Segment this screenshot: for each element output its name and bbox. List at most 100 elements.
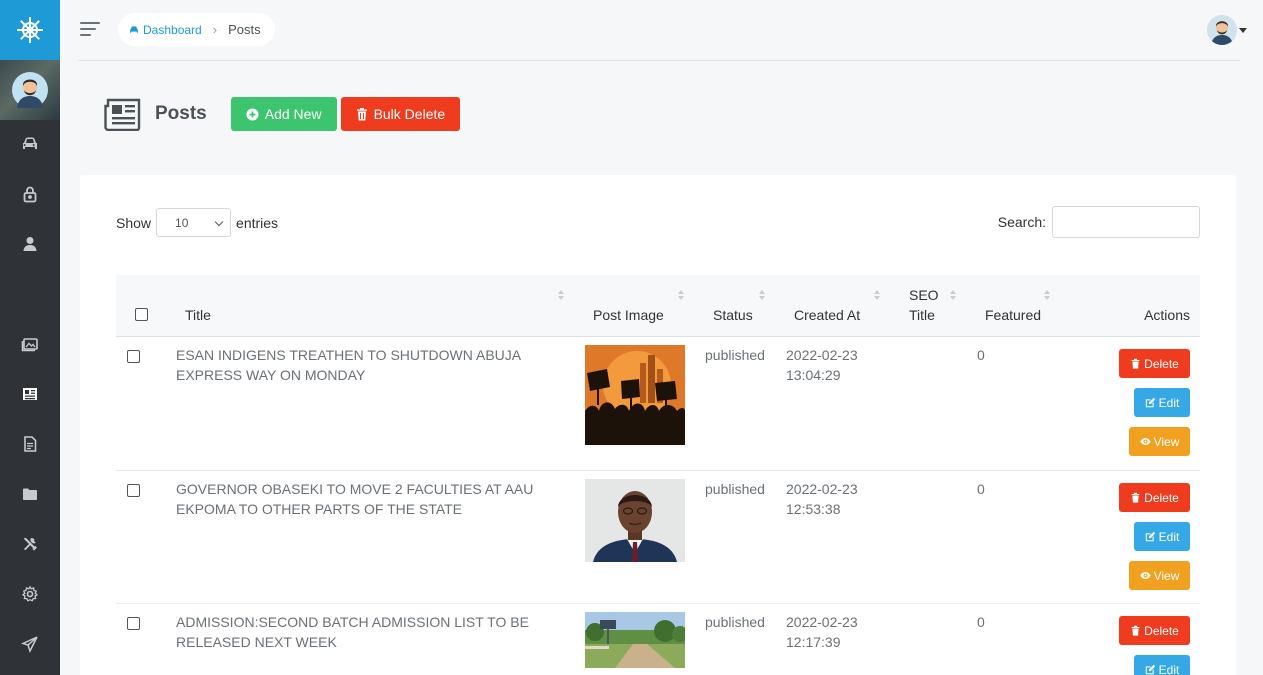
top-bar: Dashboard › Posts: [60, 0, 1263, 60]
search-label: Search:: [997, 214, 1046, 230]
sidebar-profile[interactable]: [0, 60, 60, 120]
column-header-status[interactable]: Status: [713, 305, 753, 325]
posts-table-card: Show 10 entries Search: Title Post Image…: [80, 175, 1236, 675]
post-created-date: 2022-02-23: [786, 347, 858, 363]
delete-button[interactable]: Delete: [1119, 349, 1190, 378]
view-button[interactable]: View: [1129, 427, 1190, 456]
post-featured: 0: [977, 481, 985, 497]
sidebar-item-pages[interactable]: [0, 424, 60, 464]
newspaper-icon: [104, 98, 141, 131]
column-header-seo-title-line1[interactable]: SEO: [909, 285, 939, 305]
menu-toggle-icon[interactable]: [80, 22, 100, 38]
bulk-delete-button[interactable]: Bulk Delete: [340, 97, 461, 131]
edit-icon: [1145, 531, 1155, 542]
table-row: ADMISSION:SECOND BATCH ADMISSION LIST TO…: [116, 604, 1200, 675]
post-image-protest: [585, 345, 685, 445]
sidebar-item-security[interactable]: [0, 174, 60, 214]
sidebar-item-messages[interactable]: [0, 624, 60, 664]
edit-label: Edit: [1158, 662, 1180, 675]
post-title[interactable]: ADMISSION:SECOND BATCH ADMISSION LIST TO…: [176, 612, 556, 652]
search-input[interactable]: [1052, 206, 1200, 238]
edit-label: Edit: [1158, 395, 1180, 410]
newspaper-icon: [23, 388, 37, 400]
trash-icon: [1131, 625, 1140, 636]
page-size-select[interactable]: 10: [156, 208, 232, 237]
tools-icon: [24, 538, 37, 551]
show-label: Show: [116, 214, 152, 231]
page-header: Posts Add New Bulk Delete: [104, 96, 461, 132]
table-header: Title Post Image Status Created At SEO T…: [116, 275, 1200, 337]
brand-logo[interactable]: [0, 0, 60, 60]
sort-icon[interactable]: [950, 290, 956, 300]
column-header-seo-title-line2[interactable]: Title: [909, 305, 935, 325]
sidebar-item-vehicles[interactable]: [0, 124, 60, 164]
edit-button[interactable]: Edit: [1134, 655, 1190, 675]
user-icon: [23, 237, 37, 251]
edit-icon: [1145, 397, 1155, 408]
column-header-created-at[interactable]: Created At: [794, 305, 860, 325]
post-title[interactable]: GOVERNOR OBASEKI TO MOVE 2 FACULTIES AT …: [176, 479, 556, 519]
delete-label: Delete: [1144, 490, 1179, 505]
trash-icon: [1131, 358, 1140, 369]
page-size-value: 10: [175, 215, 189, 230]
sort-icon[interactable]: [874, 290, 880, 300]
breadcrumb-dashboard-link[interactable]: Dashboard: [129, 23, 202, 37]
column-header-featured[interactable]: Featured: [985, 305, 1041, 325]
user-avatar[interactable]: [1207, 15, 1237, 45]
sidebar-item-tools[interactable]: [0, 524, 60, 564]
folder-icon: [23, 488, 37, 500]
post-featured: 0: [977, 347, 985, 363]
post-created-time: 13:04:29: [786, 367, 841, 383]
breadcrumb-home-label: Dashboard: [143, 22, 202, 37]
sort-icon[interactable]: [1044, 290, 1050, 300]
column-header-post-image[interactable]: Post Image: [593, 305, 664, 325]
sort-icon[interactable]: [558, 290, 564, 300]
sidebar-item-posts[interactable]: [0, 374, 60, 414]
chevron-down-icon: [214, 217, 224, 227]
delete-button[interactable]: Delete: [1119, 483, 1190, 512]
sidebar-item-settings[interactable]: [0, 574, 60, 614]
delete-button[interactable]: Delete: [1119, 616, 1190, 645]
post-title[interactable]: ESAN INDIGENS TREATHEN TO SHUTDOWN ABUJA…: [176, 345, 556, 385]
user-menu-caret-icon[interactable]: [1239, 28, 1247, 33]
trash-icon: [356, 108, 367, 121]
add-new-button[interactable]: Add New: [230, 97, 337, 131]
user-avatar-icon: [1207, 15, 1237, 45]
sidebar-item-gallery[interactable]: [0, 324, 60, 364]
view-button[interactable]: View: [1129, 561, 1190, 590]
lock-icon: [23, 186, 37, 203]
view-label: View: [1153, 434, 1180, 449]
eye-icon: [1139, 572, 1151, 579]
sort-icon[interactable]: [678, 290, 684, 300]
entries-label: entries: [236, 214, 279, 231]
row-checkbox[interactable]: [127, 350, 140, 363]
header-divider: [78, 60, 1240, 61]
sidebar: [0, 0, 60, 675]
bulk-delete-label: Bulk Delete: [373, 106, 446, 122]
sidebar-item-categories[interactable]: [0, 474, 60, 514]
car-icon: [130, 25, 138, 33]
table-row: GOVERNOR OBASEKI TO MOVE 2 FACULTIES AT …: [116, 471, 1200, 604]
edit-button[interactable]: Edit: [1134, 388, 1190, 417]
post-image-portrait: [585, 479, 685, 562]
ship-wheel-icon: [17, 17, 43, 43]
sidebar-item-users[interactable]: [0, 224, 60, 264]
trash-icon: [1131, 492, 1140, 503]
row-checkbox[interactable]: [127, 617, 140, 630]
post-created-time: 12:53:38: [786, 501, 841, 517]
post-created-time: 12:17:39: [786, 634, 841, 650]
edit-button[interactable]: Edit: [1134, 522, 1190, 551]
eye-icon: [1139, 438, 1151, 445]
page-size-control: Show 10 entries: [116, 208, 278, 237]
post-status: published: [705, 614, 765, 630]
view-label: View: [1153, 568, 1180, 583]
paper-plane-icon: [21, 636, 38, 653]
gear-icon: [21, 585, 39, 602]
column-header-title[interactable]: Title: [185, 305, 211, 325]
file-icon: [24, 436, 37, 452]
row-checkbox[interactable]: [127, 484, 140, 497]
sort-icon[interactable]: [759, 290, 765, 300]
edit-label: Edit: [1158, 529, 1180, 544]
select-all-checkbox[interactable]: [135, 308, 148, 321]
post-image-campus: [585, 612, 685, 668]
